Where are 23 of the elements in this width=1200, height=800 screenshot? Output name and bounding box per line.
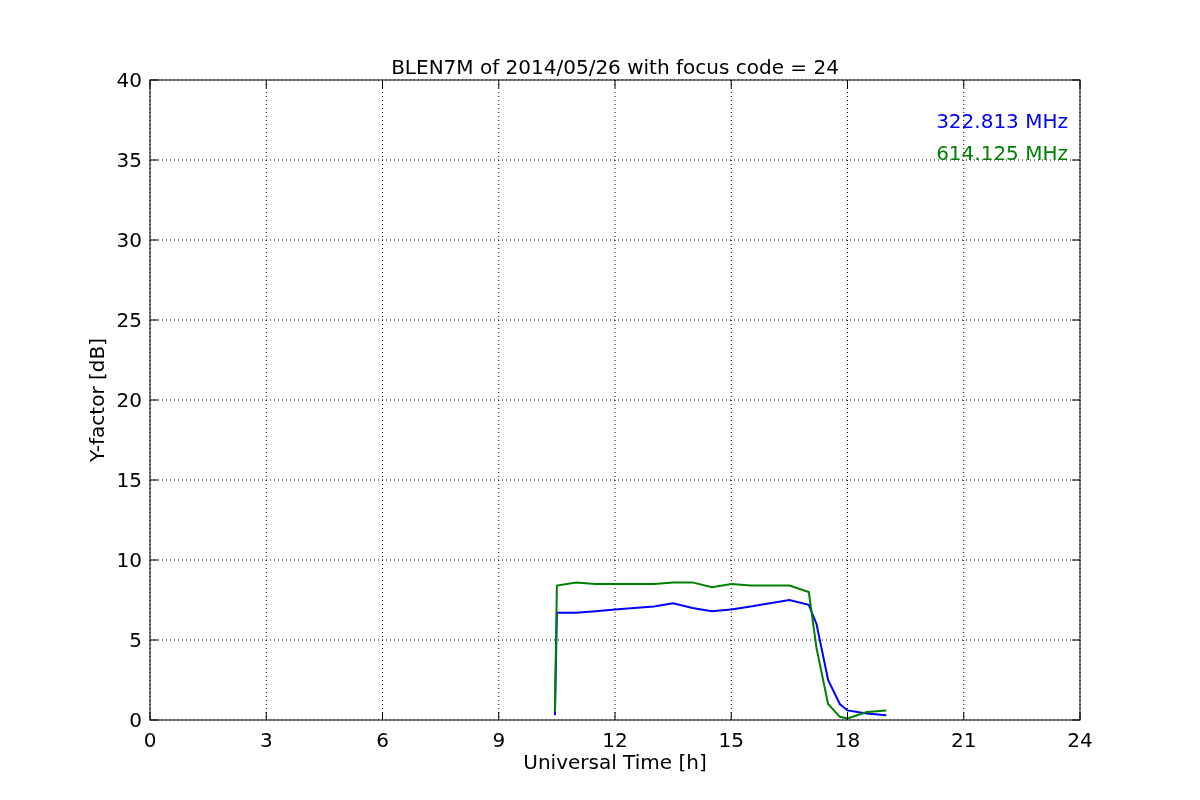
- chart-title: BLEN7M of 2014/05/26 with focus code = 24: [391, 55, 839, 79]
- tick-label: 30: [116, 228, 142, 252]
- y-axis-label: Y-factor [dB]: [85, 338, 109, 462]
- tick-label: 18: [834, 728, 861, 752]
- tick-label: 15: [116, 468, 142, 492]
- tick-label: 9: [492, 728, 506, 752]
- tick-label: 40: [116, 68, 142, 92]
- tick-label: 0: [143, 728, 157, 752]
- x-axis-label: Universal Time [h]: [523, 750, 707, 774]
- tick-label: 25: [116, 308, 142, 332]
- tick-label: 20: [116, 388, 142, 412]
- tick-label: 35: [116, 148, 142, 172]
- tick-label: 5: [129, 628, 142, 652]
- tick-label: 21: [951, 728, 977, 752]
- tick-label: 24: [1067, 728, 1093, 752]
- tick-label: 12: [602, 728, 628, 752]
- legend-label: 614.125 MHz: [936, 141, 1068, 165]
- tick-label: 10: [116, 548, 142, 572]
- tick-label: 15: [718, 728, 744, 752]
- tick-label: 6: [376, 728, 389, 752]
- tick-label: 3: [259, 728, 273, 752]
- legend-label: 322.813 MHz: [936, 109, 1068, 133]
- tick-label: 0: [129, 708, 142, 732]
